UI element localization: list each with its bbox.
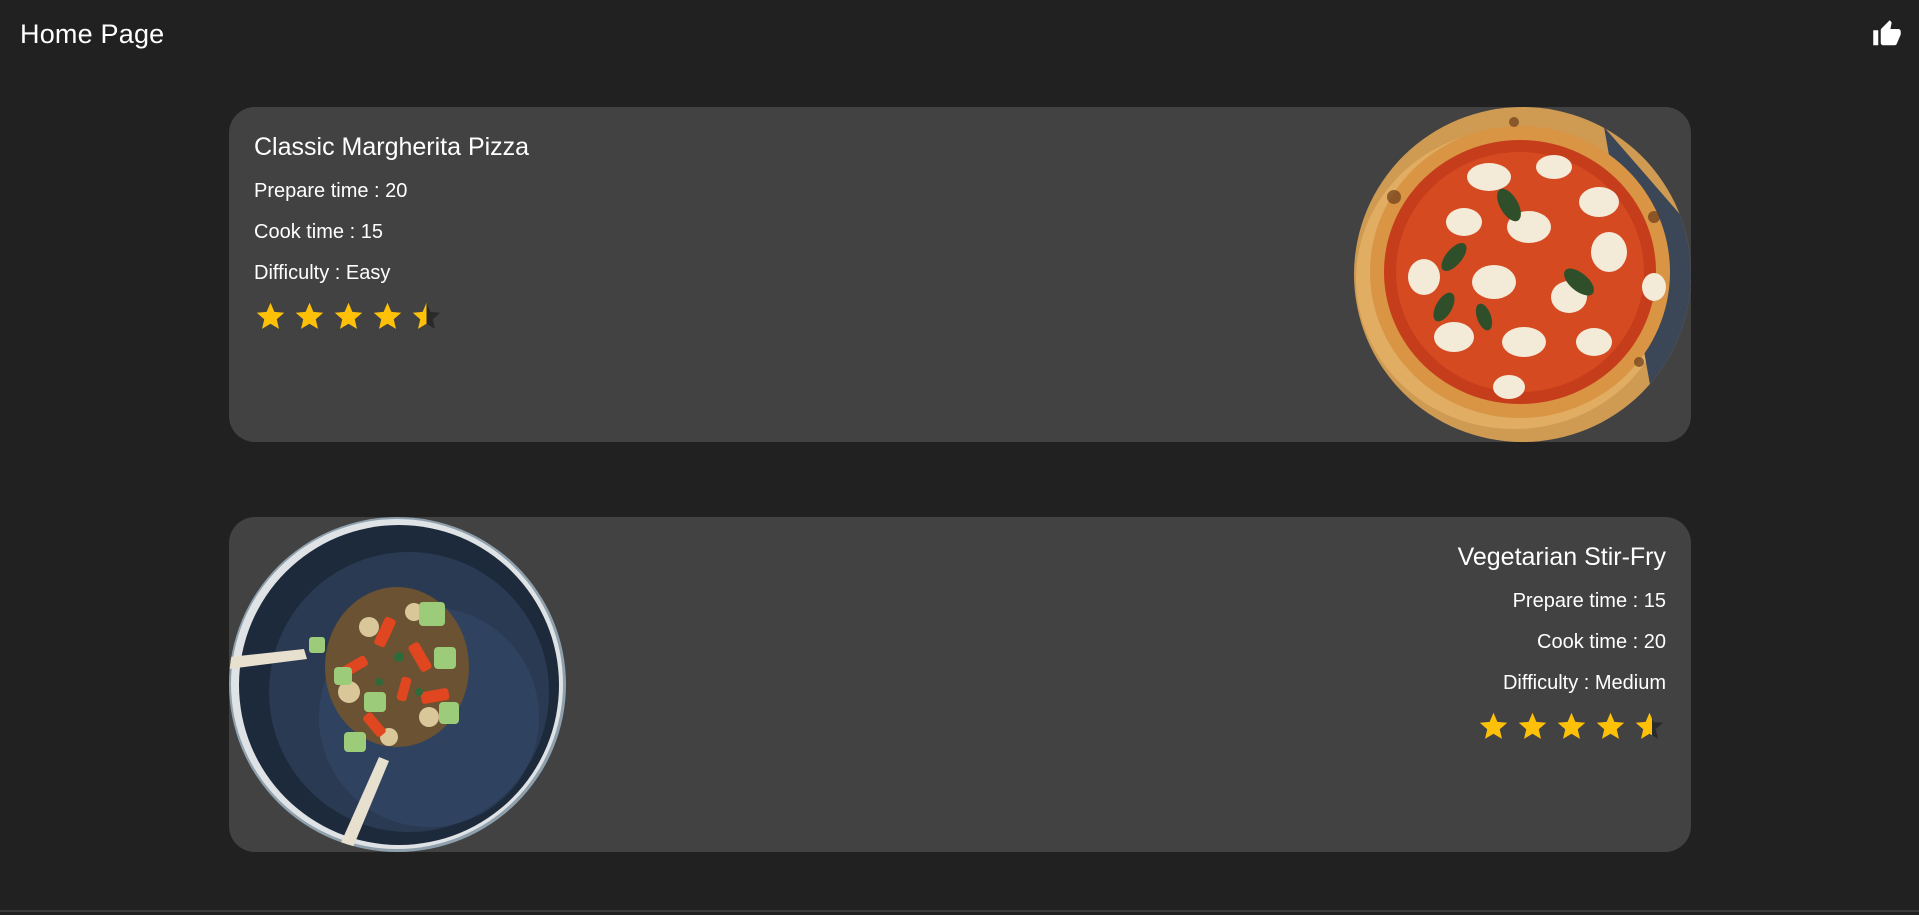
stir-fry-bowl-photo	[229, 517, 566, 852]
cook-time: Cook time : 20	[1537, 631, 1666, 653]
star-icon	[1596, 712, 1625, 739]
recipe-details: Vegetarian Stir-Fry Prepare time : 15 Co…	[1458, 539, 1666, 743]
recipe-title: Vegetarian Stir-Fry	[1457, 543, 1666, 571]
difficulty: Difficulty : Easy	[254, 262, 391, 284]
bottom-divider	[0, 910, 1919, 912]
star-icon	[256, 302, 285, 329]
prepare-time: Prepare time : 20	[254, 180, 408, 202]
half-star-icon	[412, 302, 441, 329]
prepare-time: Prepare time : 15	[1512, 590, 1666, 612]
star-icon	[1518, 712, 1547, 739]
recipe-title: Classic Margherita Pizza	[254, 133, 530, 161]
star-icon	[295, 302, 324, 329]
star-icon	[1479, 712, 1508, 739]
recipe-card[interactable]: Vegetarian Stir-Fry Prepare time : 15 Co…	[229, 517, 1691, 852]
star-icon	[1557, 712, 1586, 739]
margherita-pizza-photo	[1354, 107, 1691, 442]
app-bar: Home Page	[0, 0, 1919, 68]
star-icon	[334, 302, 363, 329]
difficulty: Difficulty : Medium	[1502, 672, 1666, 694]
like-button[interactable]	[1869, 16, 1905, 52]
star-rating	[1458, 710, 1666, 743]
recipe-details: Classic Margherita Pizza Prepare time : …	[254, 129, 529, 333]
star-icon	[373, 302, 402, 329]
cook-time: Cook time : 15	[254, 221, 383, 243]
star-rating	[254, 300, 529, 333]
half-star-icon	[1635, 712, 1664, 739]
thumb-up-icon	[1873, 20, 1901, 46]
page-title: Home Page	[20, 18, 165, 49]
recipe-card[interactable]: Classic Margherita Pizza Prepare time : …	[229, 107, 1691, 442]
